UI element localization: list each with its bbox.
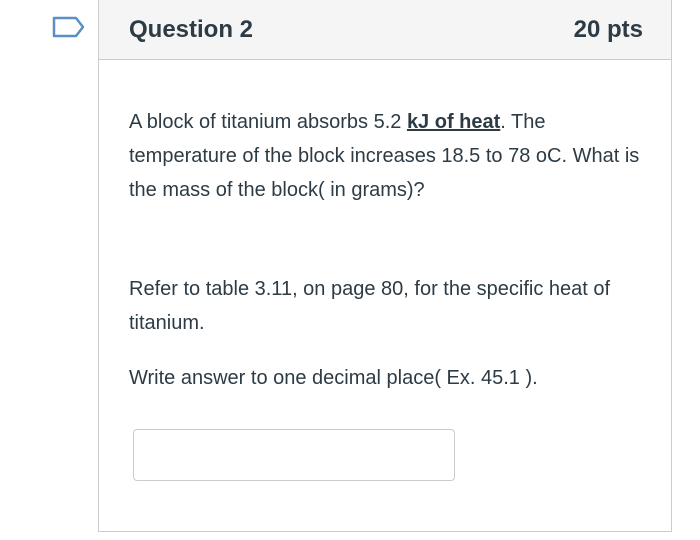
reference-note: Refer to table 3.11, on page 80, for the…: [129, 278, 611, 334]
question-card: Question 2 20 pts A block of titanium ab…: [98, 0, 672, 532]
glossary-term-link[interactable]: kJ of heat: [407, 111, 500, 133]
question-text: A block of titanium absorbs 5.2 kJ of he…: [129, 105, 649, 207]
question-body: A block of titanium absorbs 5.2 kJ of he…: [99, 60, 671, 481]
question-header: Question 2 20 pts: [99, 0, 671, 60]
quiz-page: Question 2 20 pts A block of titanium ab…: [0, 0, 700, 540]
bookmark-flag-icon[interactable]: [52, 16, 86, 38]
answer-instructions: Write answer to one decimal place( Ex. 4…: [129, 367, 538, 389]
question-points: 20 pts: [573, 15, 643, 43]
question-title: Question 2: [129, 15, 254, 43]
question-text-start: A block of titanium absorbs 5.2: [129, 111, 407, 133]
answer-input[interactable]: [133, 429, 455, 481]
